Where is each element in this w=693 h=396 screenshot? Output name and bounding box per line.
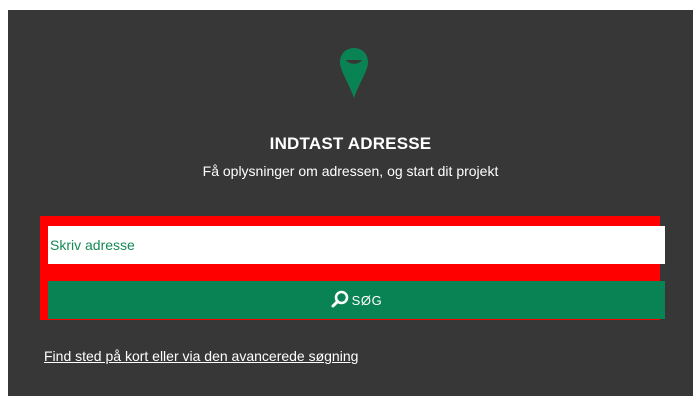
search-button-label: SØG [351,292,383,308]
search-icon [331,290,348,308]
search-button[interactable]: SØG [48,281,665,319]
page-subtitle: Få oplysninger om adressen, og start dit… [202,163,499,179]
page-title: INDTAST ADRESSE [269,134,432,153]
address-input[interactable] [48,226,665,264]
advanced-search-link[interactable]: Find sted på kort eller via den avancere… [44,348,358,364]
map-pin-icon [340,48,368,98]
page: INDTAST ADRESSE Få oplysninger om adress… [0,0,693,396]
